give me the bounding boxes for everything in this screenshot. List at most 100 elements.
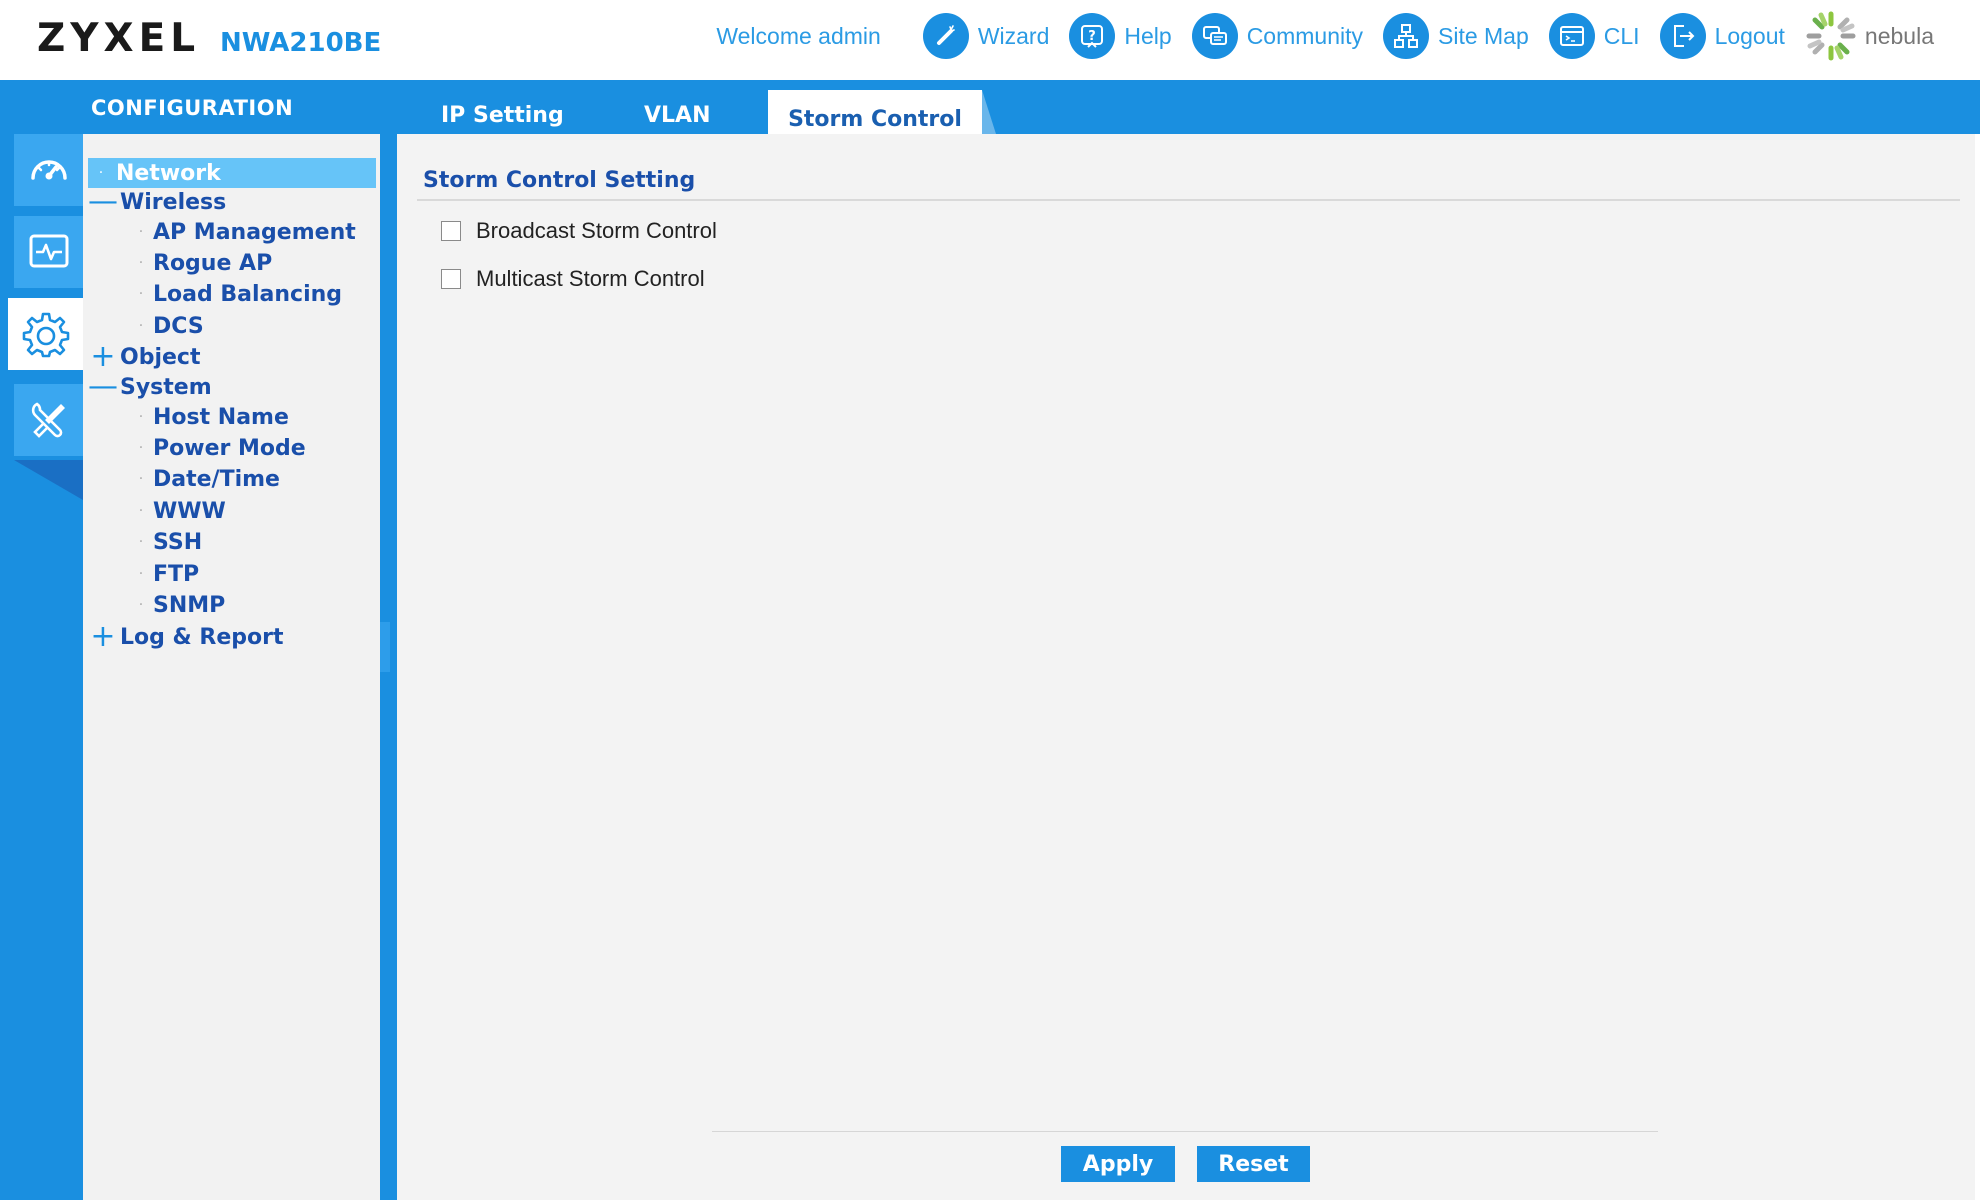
rail-monitor[interactable] <box>14 216 83 288</box>
logout-link[interactable]: Logout <box>1659 13 1785 59</box>
tree-item-www[interactable]: · WWW <box>131 496 226 526</box>
tree-bullet: · <box>138 286 144 302</box>
icon-rail <box>0 134 83 1200</box>
section-divider <box>417 199 1960 201</box>
sitemap-icon <box>1383 13 1429 59</box>
broadcast-storm-control-checkbox[interactable] <box>441 221 461 241</box>
panel-collapse-handle[interactable] <box>380 622 390 672</box>
model-name: NWA210BE <box>220 28 382 58</box>
tree-label: System <box>120 374 212 400</box>
tree-label: FTP <box>153 561 200 587</box>
tree-item-rogue-ap[interactable]: · Rogue AP <box>131 248 272 278</box>
dashboard-icon <box>30 160 67 180</box>
nebula-logo-icon <box>1806 11 1856 61</box>
sitemap-link[interactable]: Site Map <box>1383 13 1529 59</box>
tree-label: Load Balancing <box>153 281 343 307</box>
tree-item-object[interactable]: + Object <box>88 342 200 372</box>
expand-icon[interactable]: + <box>88 622 118 652</box>
logout-icon <box>1659 13 1706 59</box>
community-link[interactable]: Community <box>1191 13 1363 59</box>
tree-label: DCS <box>153 313 204 339</box>
tree-item-snmp[interactable]: · SNMP <box>131 590 226 620</box>
collapse-icon[interactable]: — <box>88 372 118 402</box>
tree-label: SNMP <box>153 592 226 618</box>
tree-label: Network <box>116 160 221 186</box>
tree-label: SSH <box>153 529 203 555</box>
multicast-storm-control-option[interactable]: Multicast Storm Control <box>441 266 705 292</box>
button-bar-divider <box>712 1131 1658 1132</box>
tree-item-network[interactable]: · Network <box>88 158 376 188</box>
tree-item-power-mode[interactable]: · Power Mode <box>131 433 306 463</box>
header: ZYXEL NWA210BE Welcome admin Wizard ? He… <box>0 0 1980 80</box>
tree-bullet: · <box>138 255 144 271</box>
tree-item-load-balancing[interactable]: · Load Balancing <box>131 279 342 309</box>
tree-bullet: · <box>138 503 144 519</box>
brand-logo[interactable]: ZYXEL <box>37 16 200 61</box>
nebula-label: nebula <box>1864 22 1934 49</box>
sitemap-label: Site Map <box>1438 22 1529 49</box>
expand-icon[interactable]: + <box>88 342 118 372</box>
rail-maintenance[interactable] <box>14 384 83 456</box>
tree-bullet: · <box>138 440 144 456</box>
tree-bullet: · <box>138 597 144 613</box>
tree-bullet: · <box>138 409 144 425</box>
tree-label: Log & Report <box>120 624 284 650</box>
tree-label: AP Management <box>153 219 356 245</box>
tree-label: Power Mode <box>153 435 306 461</box>
tree-bullet: · <box>138 471 144 487</box>
tree-item-dcs[interactable]: · DCS <box>131 311 204 341</box>
svg-text:?: ? <box>1089 29 1097 44</box>
content-edge <box>1975 134 1980 1200</box>
multicast-storm-control-label: Multicast Storm Control <box>476 266 705 291</box>
tree-item-log-report[interactable]: + Log & Report <box>88 622 283 652</box>
tree-item-host-name[interactable]: · Host Name <box>131 402 289 432</box>
tree-bullet: · <box>138 566 144 582</box>
rail-dashboard[interactable] <box>14 134 83 206</box>
community-label: Community <box>1246 22 1363 49</box>
tree-bullet: · <box>138 224 144 240</box>
cli-link[interactable]: CLI <box>1548 13 1640 59</box>
tab-corner-notch <box>982 90 996 134</box>
tree-label: Wireless <box>120 189 227 215</box>
apply-button[interactable]: Apply <box>1061 1146 1175 1182</box>
help-label: Help <box>1124 22 1172 49</box>
tree-bullet: · <box>138 534 144 550</box>
tab-vlan[interactable]: VLAN <box>644 80 710 134</box>
gear-icon <box>22 312 69 358</box>
help-icon: ? <box>1069 13 1116 59</box>
tree-label: Host Name <box>153 404 289 430</box>
tree-label: WWW <box>153 498 226 524</box>
chat-icon <box>1191 13 1238 59</box>
navigation-tree: · Network — Wireless · AP Management · R… <box>83 134 380 1200</box>
welcome-text: Welcome admin <box>716 22 881 49</box>
tree-label: Object <box>120 344 201 370</box>
help-link[interactable]: ? Help <box>1069 13 1172 59</box>
collapse-icon[interactable]: — <box>88 187 118 217</box>
tree-item-ftp[interactable]: · FTP <box>131 559 199 589</box>
tree-item-ssh[interactable]: · SSH <box>131 527 202 557</box>
reset-button[interactable]: Reset <box>1197 1146 1310 1182</box>
tree-item-wireless[interactable]: — Wireless <box>88 187 226 217</box>
tree-item-ap-management[interactable]: · AP Management <box>131 217 356 247</box>
rail-ribbon <box>14 460 83 500</box>
tree-item-date-time[interactable]: · Date/Time <box>131 464 280 494</box>
broadcast-storm-control-label: Broadcast Storm Control <box>476 218 717 243</box>
configuration-title: CONFIGURATION <box>91 96 294 120</box>
broadcast-storm-control-option[interactable]: Broadcast Storm Control <box>441 218 717 244</box>
tab-ip-setting[interactable]: IP Setting <box>441 80 564 134</box>
header-nav: Welcome admin Wizard ? Help Community Si… <box>716 10 1934 62</box>
wizard-link[interactable]: Wizard <box>922 13 1050 59</box>
tree-bullet: · <box>138 318 144 334</box>
logout-label: Logout <box>1714 22 1785 49</box>
tools-icon <box>31 402 65 438</box>
monitor-icon <box>29 234 68 268</box>
rail-configuration[interactable] <box>8 298 83 370</box>
multicast-storm-control-checkbox[interactable] <box>441 269 461 289</box>
top-bar: CONFIGURATION IP Setting VLAN Storm Cont… <box>0 80 1980 134</box>
section-title: Storm Control Setting <box>423 168 696 193</box>
nebula-link[interactable]: nebula <box>1805 10 1934 62</box>
tree-item-system[interactable]: — System <box>88 372 212 402</box>
wizard-label: Wizard <box>977 22 1050 49</box>
tab-storm-control[interactable]: Storm Control <box>768 90 982 134</box>
cli-icon <box>1548 13 1595 59</box>
